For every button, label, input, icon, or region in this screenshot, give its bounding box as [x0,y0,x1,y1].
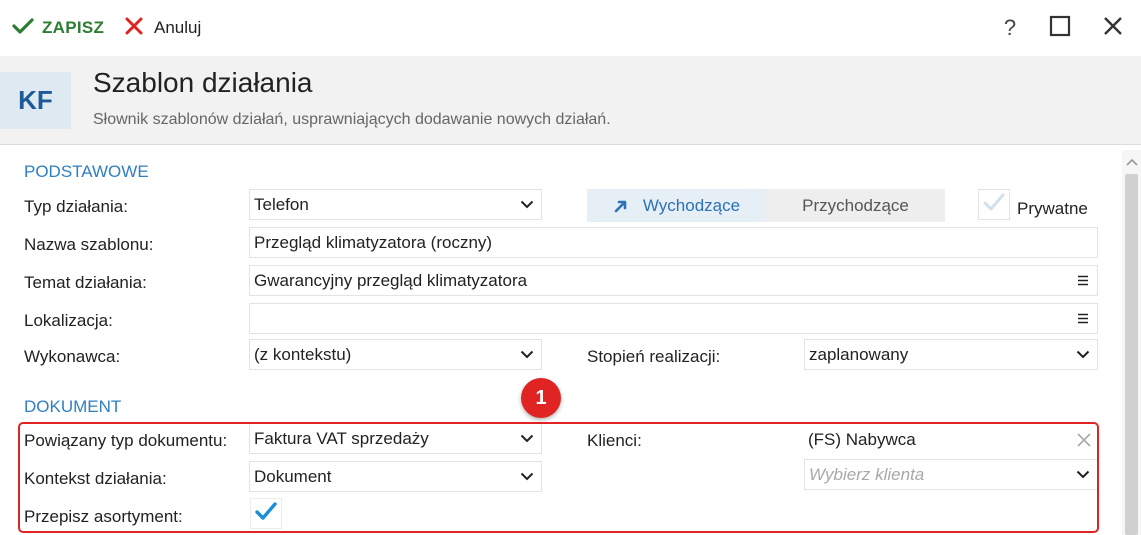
topic-input[interactable]: Gwarancyjny przegląd klimatyzatora [249,265,1098,296]
clients-label: Klienci: [587,431,642,450]
context-select[interactable]: Dokument [249,461,542,492]
location-input[interactable] [249,303,1098,334]
direction-incoming[interactable]: Przychodzące [766,189,945,222]
help-button[interactable]: ? [996,14,1024,42]
doc-type-value: Faktura VAT sprzedaży [254,428,429,448]
remove-client-icon[interactable] [1070,424,1098,455]
direction-toggle: Wychodzące Przychodzące [587,189,945,222]
private-label: Prywatne [1017,199,1088,218]
checkmark-icon [12,17,34,40]
topic-label: Temat działania: [24,273,147,292]
executor-select[interactable]: (z kontekstu) [249,339,542,370]
location-label: Lokalizacja: [24,311,113,330]
direction-incoming-label: Przychodzące [802,195,909,215]
close-window-button[interactable] [1099,14,1127,42]
chevron-down-icon [513,424,541,453]
scroll-thumb[interactable] [1125,174,1138,535]
name-label: Nazwa szablonu: [24,235,154,254]
section-basic-title: PODSTAWOWE [24,162,149,181]
module-badge: KF [0,72,71,129]
cancel-label: Anuluj [154,18,202,37]
progress-value: zaplanowany [809,344,909,364]
chevron-down-icon [513,462,541,491]
type-value: Telefon [254,194,309,214]
doc-type-label: Powiązany typ dokumentu: [24,431,228,450]
progress-label: Stopień realizacji: [587,347,721,366]
private-checkbox[interactable] [978,189,1010,220]
check-icon [982,192,1006,217]
copy-items-checkbox[interactable] [250,498,282,529]
section-document-title: DOKUMENT [24,397,122,416]
client-value: (FS) Nabywca [808,429,916,449]
help-icon: ? [1003,15,1017,40]
direction-outgoing-label: Wychodzące [642,195,741,215]
type-select[interactable]: Telefon [249,189,542,220]
location-menu-icon[interactable] [1069,304,1097,333]
header-divider [0,144,1141,145]
close-icon [1102,15,1124,42]
context-value: Dokument [254,466,332,486]
client-select[interactable]: Wybierz klienta [804,459,1098,490]
maximize-button[interactable] [1046,14,1074,42]
executor-label: Wykonawca: [24,347,121,366]
copy-items-label: Przepisz asortyment: [24,507,183,526]
page-title: Szablon działania [93,67,313,98]
client-placeholder: Wybierz klienta [809,464,925,484]
annotation-marker: 1 [521,378,561,418]
client-tag: (FS) Nabywca [804,424,1098,455]
topic-value: Gwarancyjny przegląd klimatyzatora [254,270,528,290]
vertical-scrollbar[interactable] [1122,150,1141,535]
name-input[interactable]: Przegląd klimatyzatora (roczny) [249,227,1098,258]
name-value: Przegląd klimatyzatora (roczny) [254,232,493,252]
outgoing-arrow-icon [613,198,629,214]
maximize-icon [1049,15,1071,42]
close-x-icon [124,16,144,41]
topic-menu-icon[interactable] [1069,266,1097,295]
context-label: Kontekst działania: [24,469,167,488]
page-header: KF Szablon działania Słownik szablonów d… [0,56,1141,144]
chevron-down-icon [1069,340,1097,369]
progress-select[interactable]: zaplanowany [804,339,1098,370]
scroll-up-icon[interactable] [1122,154,1141,170]
page-subtitle: Słownik szablonów działań, usprawniający… [93,111,611,128]
save-label: ZAPISZ [42,18,105,37]
direction-outgoing[interactable]: Wychodzące [587,189,766,222]
save-button[interactable]: ZAPISZ [12,14,104,42]
cancel-button[interactable]: Anuluj [124,14,201,42]
chevron-down-icon [1069,460,1097,489]
type-label: Typ działania: [24,197,128,216]
executor-value: (z kontekstu) [254,344,352,364]
chevron-down-icon [513,190,541,219]
toolbar: ZAPISZ Anuluj ? [0,0,1141,56]
check-icon [254,501,278,526]
chevron-down-icon [513,340,541,369]
doc-type-select[interactable]: Faktura VAT sprzedaży [249,423,542,454]
